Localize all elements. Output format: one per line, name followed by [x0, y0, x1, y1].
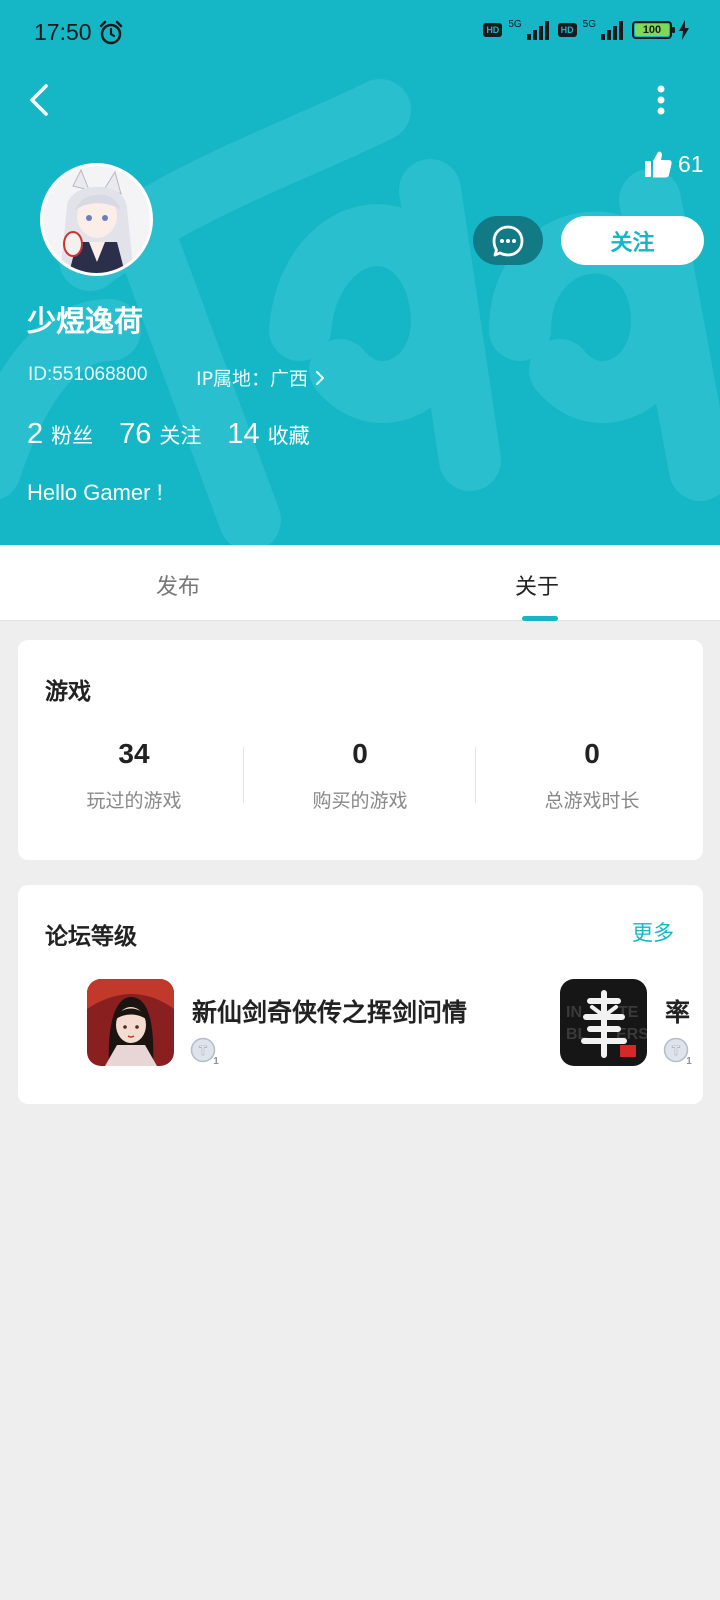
stat-value: 76 — [119, 418, 152, 450]
stat-value: 0 — [584, 738, 600, 769]
stat-label: 玩过的游戏 — [86, 790, 182, 812]
level-number: 1 — [213, 1056, 219, 1065]
level-number: 1 — [686, 1056, 692, 1065]
avatar[interactable] — [40, 163, 153, 276]
profile-header: 17:50 HD 5G HD 5G 100 61 关注 少煜逸荷 ID:5510… — [0, 0, 720, 545]
svg-text:IN: IN — [566, 1004, 582, 1021]
username: 少煜逸荷 — [27, 304, 144, 338]
hd-icon: HD — [483, 23, 503, 37]
game-icon-art: IN TE BL ERS — [560, 979, 647, 1066]
stat-label: 收藏 — [267, 424, 310, 448]
signal-icon — [526, 21, 549, 40]
status-indicators: HD 5G HD 5G 100 — [483, 20, 690, 40]
stat-label: 购买的游戏 — [312, 790, 408, 812]
user-bio: Hello Gamer ! — [27, 480, 163, 505]
network-type-label: 5G — [508, 19, 522, 30]
more-options-button[interactable] — [646, 80, 676, 120]
game-icon: IN TE BL ERS — [560, 979, 647, 1066]
svg-text:T: T — [199, 1043, 207, 1058]
games-played-stat[interactable]: 34 玩过的游戏 — [18, 738, 250, 813]
stat-value: 0 — [352, 738, 368, 769]
avatar-image — [43, 166, 150, 273]
forum-game-name: 新仙剑奇侠传之挥剑问情 — [192, 998, 468, 1027]
forum-level-card: 论坛等级 更多 新仙剑奇侠传之挥剑问情 T 1 IN TE BL ERS 率 T… — [18, 885, 703, 1104]
profile-tabs: 发布 关于 — [0, 545, 720, 621]
games-purchased-stat[interactable]: 0 购买的游戏 — [244, 738, 476, 813]
ip-location-text: IP属地：广西 — [196, 368, 309, 390]
total-playtime-stat[interactable]: 0 总游戏时长 — [476, 738, 708, 813]
chat-bubble-icon — [492, 225, 524, 256]
more-vertical-icon — [657, 85, 665, 115]
forum-item[interactable]: IN TE BL ERS 率 T 1 — [560, 979, 703, 1069]
forum-level-badge: T 1 — [663, 1037, 693, 1069]
games-card-title: 游戏 — [45, 679, 91, 705]
signal-icon — [601, 21, 623, 40]
likes-counter: 61 — [644, 150, 704, 178]
stat-followers[interactable]: 2 粉丝 — [27, 418, 93, 451]
battery-icon: 100 — [632, 21, 675, 39]
profile-stats: 2 粉丝 76 关注 14 收藏 — [27, 418, 336, 451]
likes-count: 61 — [678, 150, 704, 177]
ip-location[interactable]: IP属地：广西 — [196, 364, 326, 391]
forum-card-title: 论坛等级 — [45, 924, 137, 950]
game-icon — [87, 979, 174, 1066]
stat-favorites[interactable]: 14 收藏 — [227, 418, 309, 451]
level-coin-icon: T 1 — [190, 1037, 219, 1067]
forum-game-name: 率 — [665, 998, 691, 1027]
back-button[interactable] — [22, 80, 58, 120]
status-bar: 17:50 HD 5G HD 5G 100 — [0, 0, 720, 64]
tab-about[interactable]: 关于 — [515, 569, 559, 601]
alarm-icon — [99, 20, 123, 45]
more-link[interactable]: 更多 — [632, 917, 674, 947]
stat-label: 总游戏时长 — [544, 790, 640, 812]
stat-value: 2 — [27, 418, 44, 450]
stat-value: 14 — [227, 418, 260, 450]
status-time: 17:50 — [34, 19, 92, 45]
chevron-right-icon — [316, 370, 325, 385]
follow-button[interactable]: 关注 — [561, 216, 704, 265]
active-tab-indicator — [522, 616, 558, 621]
message-button[interactable] — [473, 216, 543, 265]
stat-label: 关注 — [159, 424, 202, 448]
tab-publish[interactable]: 发布 — [156, 569, 200, 601]
level-coin-icon: T 1 — [663, 1037, 692, 1067]
stat-value: 34 — [118, 738, 150, 769]
hd-icon: HD — [557, 23, 577, 37]
chevron-left-icon — [30, 84, 48, 116]
games-card: 游戏 34 玩过的游戏 0 购买的游戏 0 总游戏时长 — [18, 640, 703, 860]
battery-level-text: 100 — [642, 24, 662, 36]
stat-following[interactable]: 76 关注 — [119, 418, 201, 451]
charging-icon — [679, 20, 689, 40]
game-icon-art — [87, 979, 174, 1066]
network-type-label: 5G — [582, 19, 596, 30]
svg-text:T: T — [672, 1043, 680, 1058]
forum-item[interactable]: 新仙剑奇侠传之挥剑问情 T 1 — [87, 979, 527, 1069]
user-id: ID:551068800 — [28, 364, 148, 385]
thumbs-up-icon — [645, 151, 672, 178]
forum-level-badge: T 1 — [190, 1037, 220, 1069]
stat-label: 粉丝 — [51, 424, 94, 448]
